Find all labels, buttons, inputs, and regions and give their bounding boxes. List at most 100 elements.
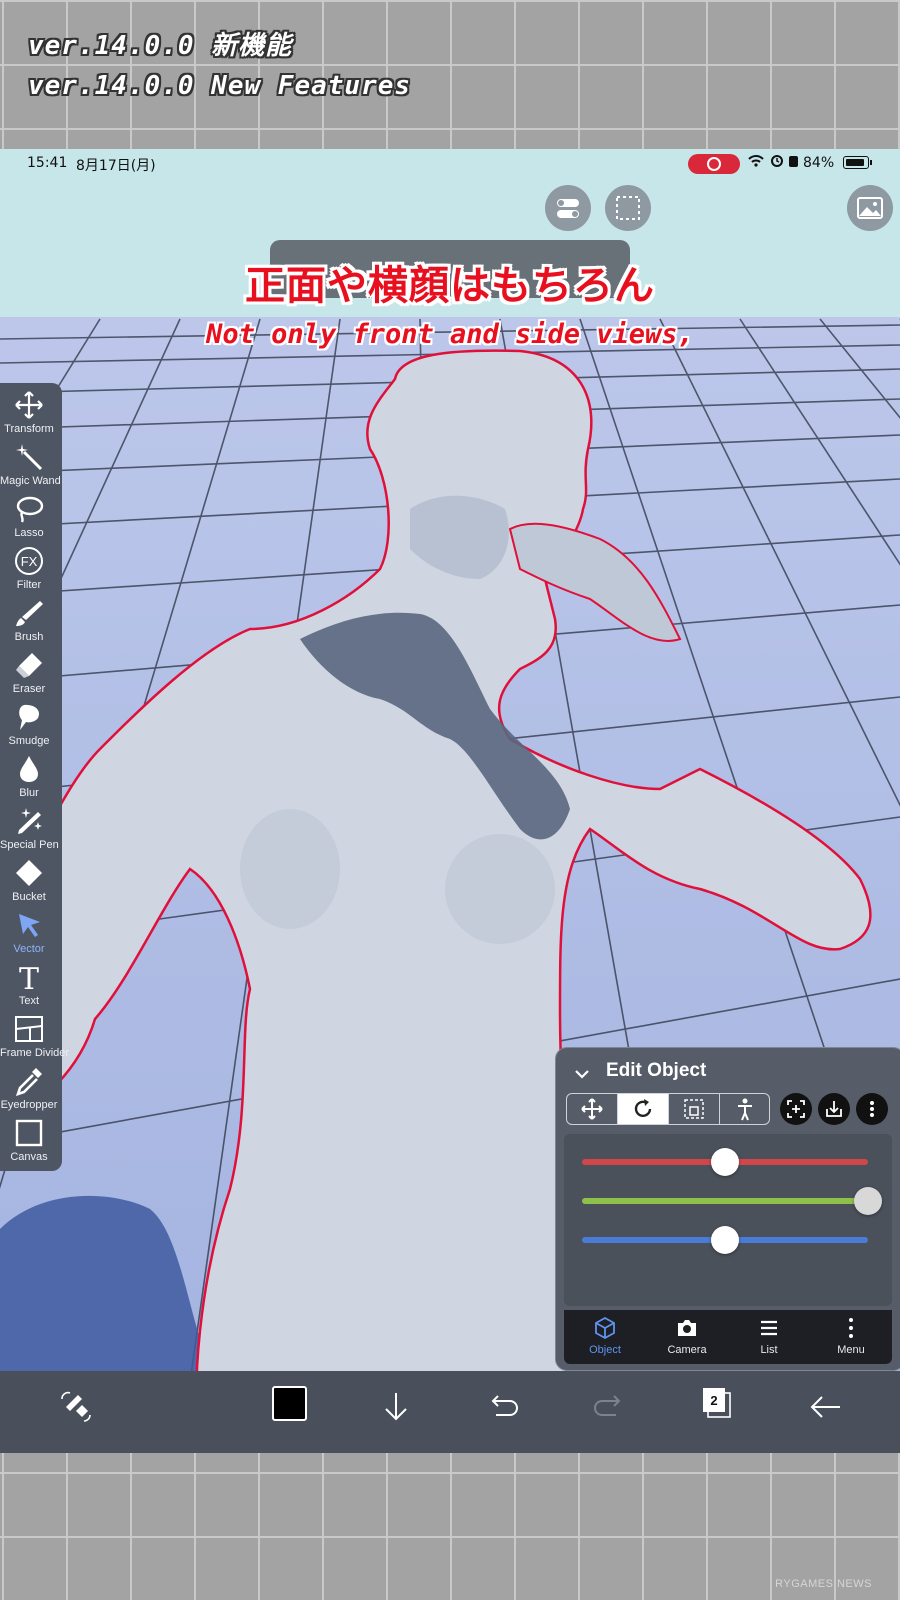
- eraser-icon: [16, 653, 42, 678]
- tool-smudge[interactable]: Smudge: [0, 699, 58, 750]
- tool-frame-divider[interactable]: Frame Divider: [0, 1011, 70, 1062]
- screen-record-icon[interactable]: [688, 154, 740, 174]
- fit-button[interactable]: [780, 1093, 812, 1125]
- z-axis-slider-knob[interactable]: [711, 1226, 739, 1254]
- color-swatch[interactable]: [272, 1386, 307, 1421]
- back-button[interactable]: [806, 1387, 846, 1427]
- toggle-icon[interactable]: [545, 185, 591, 231]
- kebab-icon: [849, 1318, 853, 1338]
- rotate-icon: [634, 1099, 652, 1118]
- tab-label: Menu: [837, 1344, 865, 1356]
- version-banner: ver.14.0.0 新機能 ver.14.0.0 New Features: [28, 26, 411, 106]
- status-time: 15:41: [27, 155, 68, 171]
- panel-title: Edit Object: [606, 1060, 707, 1081]
- down-arrow-button[interactable]: [376, 1387, 416, 1427]
- fit-icon: [787, 1100, 805, 1118]
- tool-text[interactable]: T Text: [0, 959, 58, 1010]
- transform-icon: [15, 391, 43, 419]
- camera-icon: [678, 1320, 696, 1336]
- brush-icon: [16, 601, 43, 626]
- svg-text:T: T: [19, 962, 39, 992]
- undo-button[interactable]: [482, 1387, 522, 1427]
- pose-icon: [738, 1098, 752, 1121]
- tool-label: Eraser: [12, 683, 46, 695]
- undo-icon: [491, 1395, 518, 1416]
- edit-object-panel: Edit Object Object Camera List Menu: [555, 1047, 900, 1371]
- tool-eyedropper[interactable]: Eyedropper: [0, 1063, 58, 1114]
- y-axis-slider-knob[interactable]: [854, 1187, 882, 1215]
- tool-filter[interactable]: FX Filter: [0, 543, 58, 594]
- tool-lasso[interactable]: Lasso: [0, 491, 58, 542]
- tool-label: Magic Wand: [0, 475, 61, 487]
- mode-scale[interactable]: [669, 1094, 720, 1124]
- panel-tab-bar: Object Camera List Menu: [564, 1310, 892, 1364]
- tool-label: Bucket: [12, 891, 46, 903]
- more-button[interactable]: [856, 1093, 888, 1125]
- text-icon: T: [19, 962, 39, 992]
- vector-arrow-icon: [19, 914, 40, 937]
- tool-label: Smudge: [8, 735, 50, 747]
- tool-transform[interactable]: Transform: [0, 387, 58, 438]
- alarm-icon: [770, 153, 784, 171]
- status-bar: 15:41 8月17日(月) 84%: [0, 149, 900, 179]
- mode-rotate[interactable]: [618, 1094, 669, 1124]
- tool-blur[interactable]: Blur: [0, 751, 58, 802]
- tab-label: Object: [589, 1344, 621, 1356]
- tab-label: List: [760, 1344, 778, 1356]
- bucket-icon: [16, 860, 42, 886]
- tool-magic-wand[interactable]: Magic Wand: [0, 439, 61, 490]
- fx-icon: FX: [15, 547, 43, 575]
- tool-special-pen[interactable]: Special Pen: [0, 803, 59, 854]
- canvas-icon: [15, 1119, 43, 1147]
- back-arrow-icon: [810, 1396, 840, 1418]
- x-axis-slider-knob[interactable]: [711, 1148, 739, 1176]
- tool-vector[interactable]: Vector: [0, 907, 58, 958]
- tool-label: Canvas: [10, 1151, 48, 1163]
- magic-wand-icon: [16, 444, 43, 471]
- tool-canvas[interactable]: Canvas: [0, 1115, 58, 1166]
- sparkle-pen-icon: [18, 808, 42, 834]
- lasso-icon: [16, 496, 44, 523]
- wifi-icon: [748, 154, 764, 172]
- redo-button[interactable]: [590, 1387, 630, 1427]
- tool-bucket[interactable]: Bucket: [0, 855, 58, 906]
- swap-tools-icon: [61, 1391, 91, 1422]
- eyedropper-icon: [15, 1068, 42, 1096]
- pages-button[interactable]: 2: [702, 1387, 742, 1427]
- status-date: 8月17日(月): [76, 158, 156, 174]
- down-arrow-icon: [385, 1393, 407, 1421]
- tool-eraser[interactable]: Eraser: [0, 647, 58, 698]
- chevron-down-icon[interactable]: [572, 1064, 592, 1084]
- tab-list[interactable]: List: [728, 1310, 810, 1364]
- tool-label: Eyedropper: [0, 1099, 58, 1111]
- smudge-icon: [19, 704, 40, 730]
- banner-title-en: ver.14.0.0 New Features: [28, 71, 412, 101]
- tool-label: Brush: [14, 631, 44, 643]
- swap-tools-button[interactable]: [56, 1387, 96, 1427]
- import-button[interactable]: [818, 1093, 850, 1125]
- battery-percent: 84%: [803, 155, 835, 171]
- scale-icon: [684, 1099, 704, 1119]
- banner-title-ja: ver.14.0.0 新機能: [28, 31, 293, 61]
- tool-label: Blur: [19, 787, 39, 799]
- more-icon: [870, 1101, 874, 1117]
- cube-icon: [595, 1316, 615, 1340]
- frame-divider-icon: [15, 1016, 43, 1042]
- y-axis-slider-track[interactable]: [582, 1198, 868, 1204]
- rotation-sliders: [564, 1134, 892, 1306]
- tab-object[interactable]: Object: [564, 1310, 646, 1364]
- mode-pose[interactable]: [720, 1094, 769, 1124]
- image-icon[interactable]: [847, 185, 893, 231]
- tab-camera[interactable]: Camera: [646, 1310, 728, 1364]
- list-icon: [761, 1320, 777, 1336]
- selection-icon[interactable]: [605, 185, 651, 231]
- tool-label: Frame Divider: [0, 1047, 70, 1059]
- subtitle-japanese: 正面や横顔はもちろん: [245, 263, 655, 309]
- tab-menu[interactable]: Menu: [810, 1310, 892, 1364]
- import-icon: [826, 1101, 842, 1117]
- transform-mode-selector: [566, 1093, 770, 1125]
- page-count: 2: [710, 1393, 718, 1408]
- mode-move[interactable]: [567, 1094, 618, 1124]
- app-screen: 15:41 8月17日(月) 84% 正面や横顔はもちろん Not only f…: [0, 149, 900, 1453]
- tool-brush[interactable]: Brush: [0, 595, 58, 646]
